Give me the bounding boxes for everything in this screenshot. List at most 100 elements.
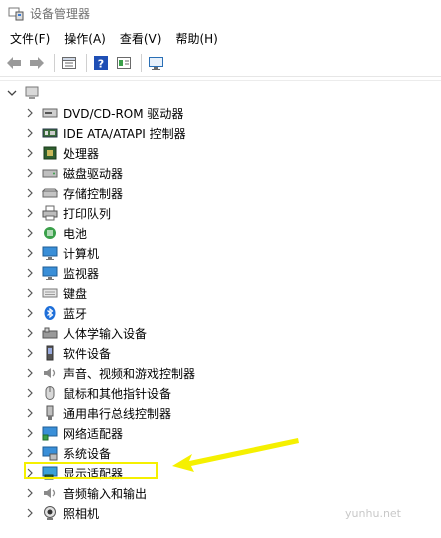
chevron-right-icon[interactable]: [24, 127, 36, 139]
tree-category-label: 声音、视频和游戏控制器: [63, 366, 196, 381]
chevron-right-icon[interactable]: [24, 207, 36, 219]
forward-icon: [30, 57, 44, 69]
usb-icon: [42, 405, 58, 421]
tree-category-label: DVD/CD-ROM 驱动器: [63, 106, 184, 121]
tree-category-label: 计算机: [63, 246, 100, 261]
chevron-right-icon[interactable]: [24, 287, 36, 299]
scan-hardware-button[interactable]: [146, 53, 166, 73]
toolbar-separator: [141, 54, 142, 72]
battery-icon: [42, 225, 58, 241]
sound-icon: [42, 365, 58, 381]
chevron-right-icon[interactable]: [24, 407, 36, 419]
software-device-icon: [42, 345, 58, 361]
details-icon: [117, 57, 131, 69]
tree-category-label: 处理器: [63, 146, 100, 161]
monitor-icon: [149, 57, 163, 70]
properties-button[interactable]: [59, 53, 79, 73]
chevron-right-icon[interactable]: [24, 147, 36, 159]
hid-icon: [42, 325, 58, 341]
tree-category-row[interactable]: 蓝牙: [0, 303, 441, 323]
monitor-icon: [42, 265, 58, 281]
forward-button[interactable]: [27, 53, 47, 73]
computer-icon: [42, 245, 58, 261]
tree-category-row[interactable]: 电池: [0, 223, 441, 243]
tree-category-row[interactable]: 人体学输入设备: [0, 323, 441, 343]
tree-category-label: 电池: [63, 226, 88, 241]
tree-category-row[interactable]: 监视器: [0, 263, 441, 283]
tree-category-row[interactable]: 键盘: [0, 283, 441, 303]
tree-category-row[interactable]: 通用串行总线控制器: [0, 403, 441, 423]
chevron-right-icon[interactable]: [24, 267, 36, 279]
keyboard-icon: [42, 285, 58, 301]
back-icon: [7, 57, 21, 69]
tree-category-label: 通用串行总线控制器: [63, 406, 172, 421]
tree-category-row[interactable]: 打印队列: [0, 203, 441, 223]
chevron-right-icon[interactable]: [24, 327, 36, 339]
chevron-right-icon[interactable]: [24, 427, 36, 439]
storage-controller-icon: [41, 185, 59, 201]
camera-icon: [42, 505, 58, 521]
disk-drive-icon: [42, 165, 58, 181]
audio-io-icon: [42, 485, 58, 501]
highlight-annotation: [24, 462, 158, 479]
tree-category-label: 打印队列: [63, 206, 112, 221]
details-button[interactable]: [114, 53, 134, 73]
chevron-right-icon[interactable]: [24, 347, 36, 359]
annotation-arrow: [172, 438, 299, 472]
computer-icon: [24, 85, 40, 101]
watermark: yunhu.net: [345, 507, 401, 520]
chevron-right-icon[interactable]: [24, 367, 36, 379]
tree-category-row[interactable]: IDE ATA/ATAPI 控制器: [0, 123, 441, 143]
tree-category-label: 音频输入和输出: [63, 486, 148, 501]
tree-category-label: 存储控制器: [63, 186, 124, 201]
processor-icon: [42, 145, 58, 161]
tree-category-row[interactable]: 处理器: [0, 143, 441, 163]
chevron-right-icon[interactable]: [24, 167, 36, 179]
dvd-icon: [42, 105, 58, 121]
device-manager-icon: [8, 5, 24, 21]
tree-category-label: 系统设备: [63, 446, 112, 461]
tree-category-label: 软件设备: [63, 346, 112, 361]
menu-action[interactable]: 操作(A): [58, 28, 112, 49]
chevron-right-icon[interactable]: [24, 507, 36, 519]
tree-category-label: 磁盘驱动器: [63, 166, 124, 181]
menu-view[interactable]: 查看(V): [114, 28, 168, 49]
tree-category-row[interactable]: 计算机: [0, 243, 441, 263]
chevron-right-icon[interactable]: [24, 307, 36, 319]
tree-category-label: 人体学输入设备: [63, 326, 148, 341]
tree-category-label: 键盘: [63, 286, 88, 301]
tree-category-row[interactable]: 存储控制器: [0, 183, 441, 203]
chevron-right-icon[interactable]: [24, 107, 36, 119]
svg-text:?: ?: [98, 58, 104, 71]
properties-icon: [62, 57, 76, 69]
tree-category-row[interactable]: DVD/CD-ROM 驱动器: [0, 103, 441, 123]
menu-help[interactable]: 帮助(H): [169, 28, 223, 49]
back-button[interactable]: [4, 53, 24, 73]
tree-category-label: 蓝牙: [63, 306, 88, 321]
chevron-right-icon[interactable]: [24, 187, 36, 199]
toolbar: ?: [0, 50, 441, 77]
menu-bar: 文件(F) 操作(A) 查看(V) 帮助(H): [0, 26, 441, 50]
chevron-right-icon[interactable]: [24, 487, 36, 499]
tree-category-row[interactable]: 鼠标和其他指针设备: [0, 383, 441, 403]
menu-file[interactable]: 文件(F): [4, 28, 56, 49]
ide-controller-icon: [42, 125, 58, 141]
network-adapter-icon: [42, 425, 58, 441]
tree-category-row[interactable]: 声音、视频和游戏控制器: [0, 363, 441, 383]
tree-root[interactable]: [0, 83, 441, 103]
title-bar: 设备管理器: [0, 0, 441, 26]
chevron-right-icon[interactable]: [24, 247, 36, 259]
chevron-right-icon[interactable]: [24, 447, 36, 459]
tree-category-row[interactable]: 磁盘驱动器: [0, 163, 441, 183]
tree-category-row[interactable]: 音频输入和输出: [0, 483, 441, 503]
chevron-right-icon[interactable]: [24, 387, 36, 399]
tree-category-label: 网络适配器: [63, 426, 124, 441]
bluetooth-icon: [42, 305, 58, 321]
tree-category-row[interactable]: 软件设备: [0, 343, 441, 363]
tree-category-label: 监视器: [63, 266, 100, 281]
chevron-down-icon[interactable]: [6, 87, 18, 99]
chevron-right-icon[interactable]: [24, 227, 36, 239]
window-title: 设备管理器: [30, 6, 91, 21]
help-button[interactable]: ?: [91, 53, 111, 73]
toolbar-separator: [86, 54, 87, 72]
